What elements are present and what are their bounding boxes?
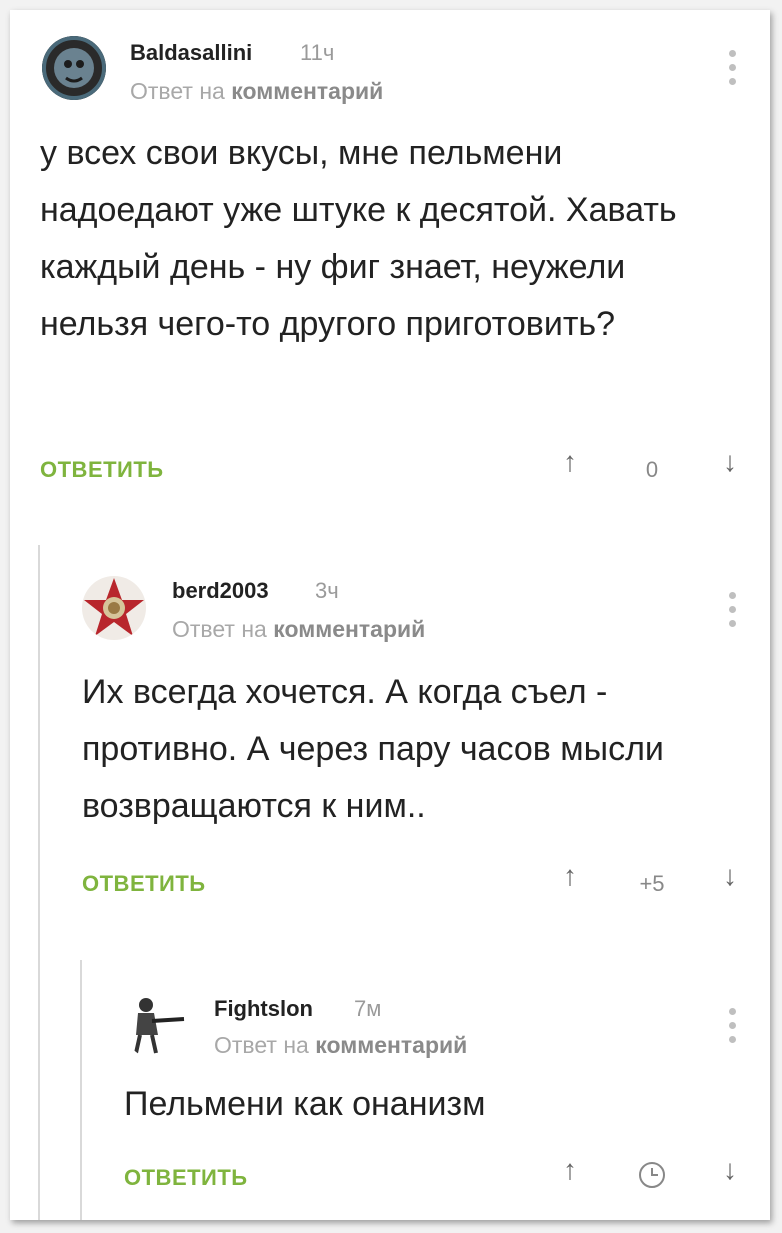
- user-avatar[interactable]: [124, 995, 188, 1059]
- comment-time: 7м: [354, 996, 382, 1021]
- downvote-arrow-icon[interactable]: ↓: [723, 1154, 737, 1186]
- clock-icon: [627, 1160, 677, 1196]
- more-menu-icon[interactable]: [728, 1008, 738, 1050]
- reply-to-prefix: Ответ на: [214, 1032, 309, 1058]
- username[interactable]: Fightslon: [214, 996, 313, 1022]
- reply-to-line: Ответ на комментарий: [214, 1032, 467, 1059]
- upvote-arrow-icon[interactable]: ↑: [563, 1154, 577, 1186]
- comments-card: Baldasallini 11ч Ответ на комментарий у …: [10, 10, 770, 1220]
- comment-text: Пельмени как онанизм: [124, 1085, 486, 1123]
- reply-button[interactable]: ОТВЕТИТЬ: [124, 1165, 248, 1191]
- comment-fightslon: Fightslon 7м Ответ на комментарий Пельме…: [10, 10, 770, 1220]
- reply-to-link[interactable]: комментарий: [315, 1032, 467, 1058]
